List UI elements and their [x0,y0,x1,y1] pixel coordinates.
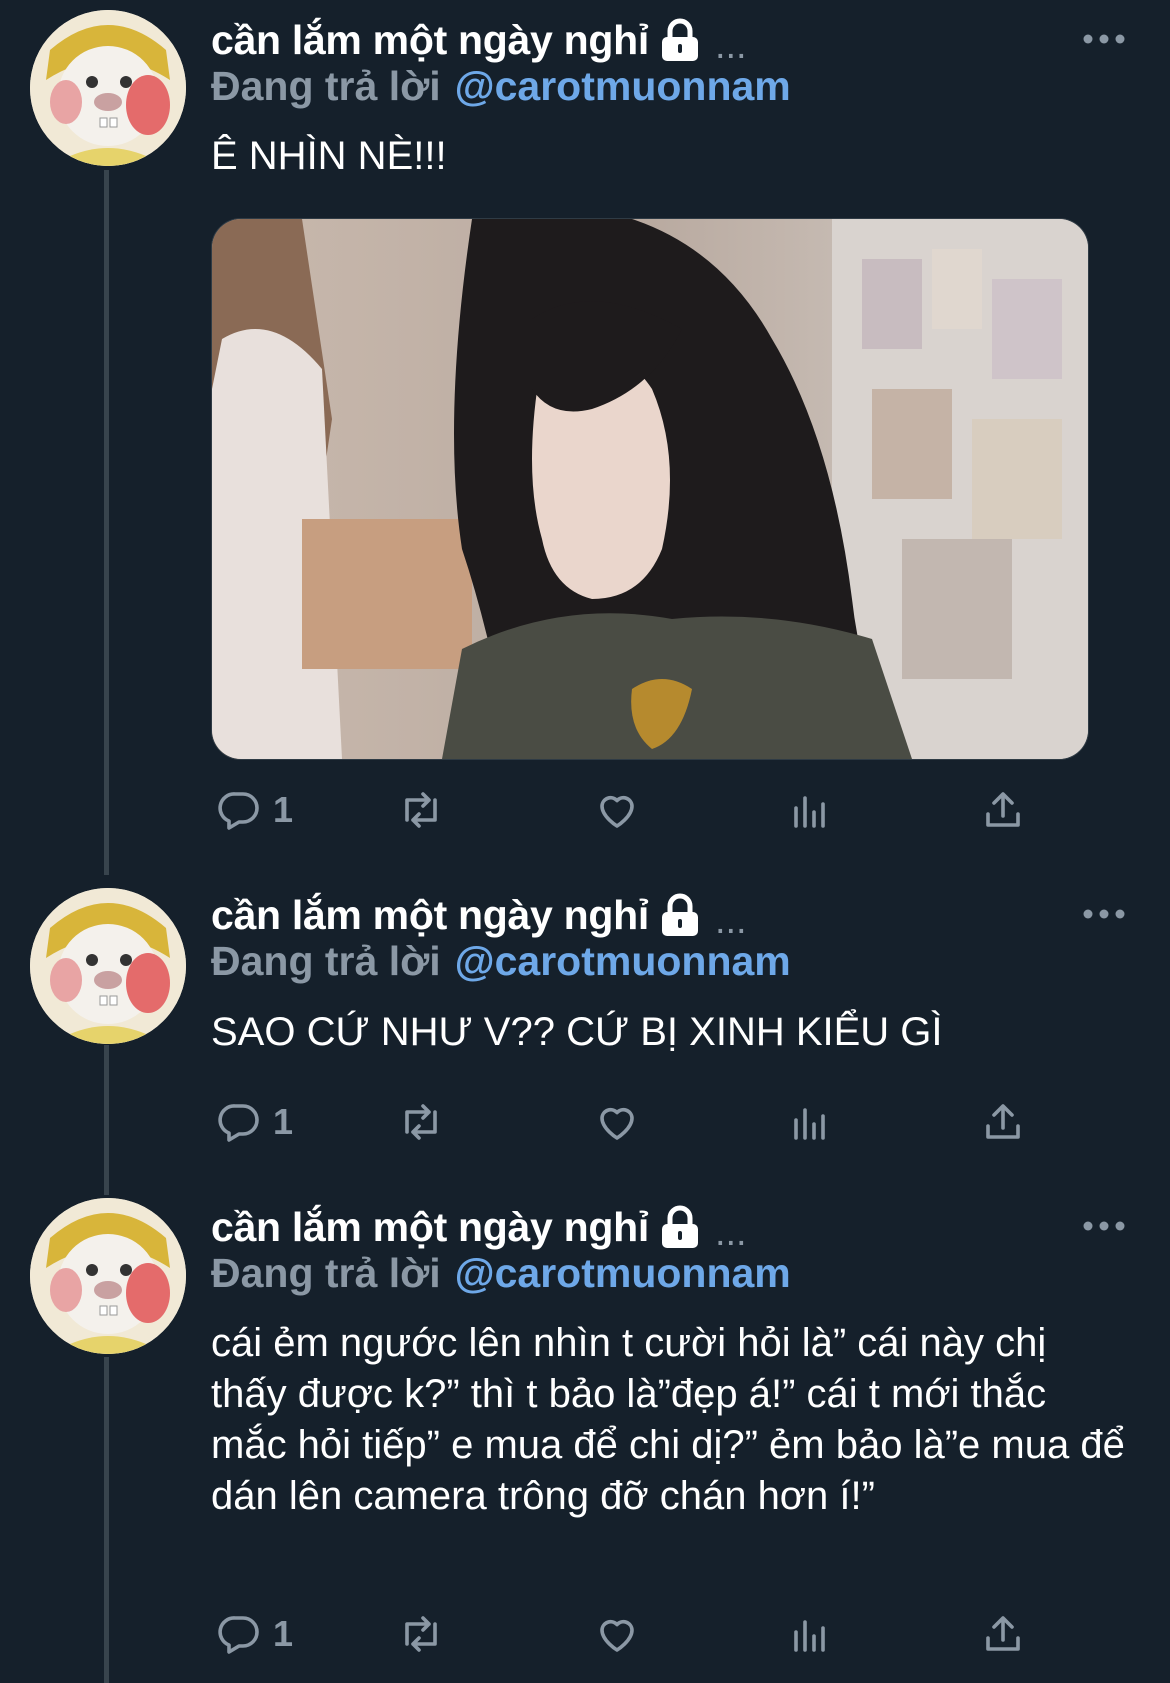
display-name[interactable]: cần lắm một ngày nghỉ [211,1204,649,1251]
tweet-text: Ê NHÌN NÈ!!! [211,134,447,178]
views-icon [794,1620,825,1652]
share-icon [986,1104,1020,1139]
heart-icon [600,795,634,828]
more-icon[interactable] [1082,1219,1126,1231]
retweet-button[interactable] [397,1094,445,1150]
reply-button[interactable]: 1 [215,1094,293,1150]
name-truncation: ... [714,1211,747,1254]
retweet-icon [405,792,437,828]
reply-context: Đang trả lời @carotmuonnam [211,938,791,985]
tweet[interactable]: cần lắm một ngày nghỉ ... Đang trả lời @c… [0,1192,1170,1683]
reply-count: 1 [273,1613,294,1654]
retweet-button[interactable] [397,1606,445,1662]
reply-handle-link[interactable]: @carotmuonnam [455,938,791,984]
like-button[interactable] [593,1606,641,1662]
tweet-text: SAO CỨ NHƯ V?? CỨ BỊ XINH KIỂU GÌ [211,1010,943,1054]
photo-image [212,219,1088,759]
lock-icon [659,18,701,62]
reply-icon [218,792,259,830]
lock-icon [659,1205,701,1249]
avatar[interactable] [30,1198,186,1354]
tweet[interactable]: cần lắm một ngày nghỉ ... Đang trả lời @c… [0,0,1170,880]
name-truncation: ... [714,899,747,942]
share-button[interactable] [979,1094,1027,1150]
display-name[interactable]: cần lắm một ngày nghỉ [211,17,649,64]
tweet-media-photo[interactable] [211,218,1089,760]
more-icon[interactable] [1082,32,1126,44]
avatar-image [30,888,186,1044]
share-icon [986,792,1020,827]
reply-icon [218,1616,259,1654]
display-name[interactable]: cần lắm một ngày nghỉ [211,892,649,939]
tweet-header: cần lắm một ngày nghỉ ... [211,1202,747,1254]
views-icon [794,1108,825,1140]
reply-handle-link[interactable]: @carotmuonnam [455,63,791,109]
reply-context: Đang trả lời @carotmuonnam [211,63,791,110]
retweet-icon [405,1616,437,1652]
tweet-actions: 1 [211,1094,1091,1150]
reply-prefix: Đang trả lời [211,1250,441,1296]
retweet-button[interactable] [397,782,445,838]
views-icon [794,796,825,828]
reply-prefix: Đang trả lời [211,63,441,109]
like-button[interactable] [593,1094,641,1150]
tweet-header: cần lắm một ngày nghỉ ... [211,15,747,67]
views-button[interactable] [786,1094,834,1150]
more-icon[interactable] [1082,907,1126,919]
avatar[interactable] [30,888,186,1044]
views-button[interactable] [786,782,834,838]
retweet-icon [405,1104,437,1140]
views-button[interactable] [786,1606,834,1662]
heart-icon [600,1107,634,1140]
avatar[interactable] [30,10,186,166]
share-button[interactable] [979,1606,1027,1662]
heart-icon [600,1619,634,1652]
reply-button[interactable]: 1 [215,1606,293,1662]
lock-icon [659,893,701,937]
tweet-actions: 1 [211,1606,1091,1662]
reply-count: 1 [273,789,294,830]
avatar-image [30,1198,186,1354]
tweet[interactable]: cần lắm một ngày nghỉ ... Đang trả lời @c… [0,880,1170,1192]
name-truncation: ... [714,24,747,67]
share-button[interactable] [979,782,1027,838]
reply-count: 1 [273,1101,294,1142]
tweet-text: cái ẻm ngước lên nhìn t cười hỏi là” cái… [211,1321,1125,1518]
tweet-actions: 1 [211,782,1091,838]
reply-icon [218,1104,259,1142]
reply-prefix: Đang trả lời [211,938,441,984]
tweet-header: cần lắm một ngày nghỉ ... [211,890,747,942]
avatar-image [30,10,186,166]
reply-handle-link[interactable]: @carotmuonnam [455,1250,791,1296]
like-button[interactable] [593,782,641,838]
share-icon [986,1616,1020,1651]
reply-context: Đang trả lời @carotmuonnam [211,1250,791,1297]
reply-button[interactable]: 1 [215,782,293,838]
